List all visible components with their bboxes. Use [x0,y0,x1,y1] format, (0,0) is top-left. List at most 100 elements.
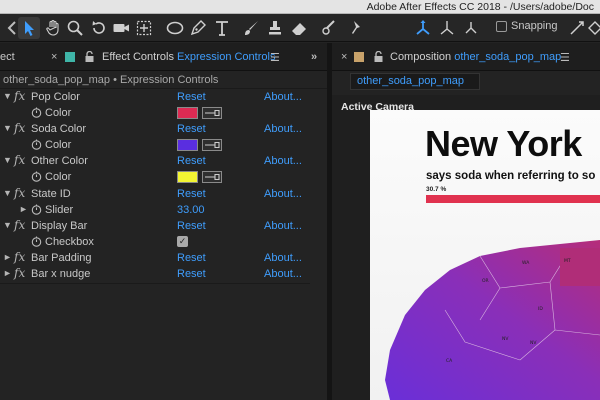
camera-tool-icon[interactable] [110,17,132,39]
about-button[interactable]: About... [264,188,302,200]
map-percent-bar [426,195,600,203]
effect-controls-tab-bar: ect × Effect Controls Expression Control… [0,43,327,71]
reset-button[interactable]: Reset [177,252,206,264]
reset-button[interactable]: Reset [177,188,206,200]
snapping-checkbox[interactable] [496,20,507,32]
tab-effect-controls-prefix: Effect Controls [102,51,174,63]
color-swatch[interactable] [177,171,198,183]
local-axis-mode-icon[interactable] [412,17,434,39]
composition-tab-bar: × Composition other_soda_pop_map ☰ [332,43,600,71]
map-percent: 30.7 % [426,186,447,193]
toolbar: Snapping [0,14,600,42]
slider-value[interactable]: 33.00 [177,204,205,216]
about-button[interactable]: About... [264,252,302,264]
twirl-down-icon[interactable]: ▼ [3,188,12,198]
twirl-down-icon[interactable]: ▼ [3,123,12,133]
panel-menu-icon[interactable]: ☰ [560,51,570,64]
roto-brush-tool-icon[interactable] [318,17,340,39]
reset-button[interactable]: Reset [177,123,206,135]
lock-icon[interactable] [374,50,383,65]
world-axis-mode-icon[interactable] [436,17,458,39]
tab-composition-prefix: Composition [390,51,452,63]
selection-tool-icon[interactable] [18,17,40,39]
about-button[interactable]: About... [264,91,302,103]
rotation-tool-icon[interactable] [88,17,110,39]
effect-row-state-id: ▼ fx State ID Reset About... [0,186,310,202]
snap-features-icon[interactable] [584,17,600,39]
hand-tool-icon[interactable] [42,17,64,39]
reset-button[interactable]: Reset [177,155,206,167]
about-button[interactable]: About... [264,123,302,135]
tab-effect-controls[interactable]: Effect Controls Expression Controls [102,51,275,63]
zoom-tool-icon[interactable] [64,17,86,39]
stopwatch-icon[interactable] [31,107,42,118]
project-tab-label[interactable]: ect [0,51,15,63]
param-row-slider: ► Slider 33.00 [0,202,310,218]
svg-text:CA: CA [446,358,453,364]
fx-icon[interactable]: fx [14,250,25,264]
pen-tool-icon[interactable] [187,17,209,39]
reset-button[interactable]: Reset [177,220,206,232]
param-label: Color [45,139,72,151]
close-icon[interactable]: × [341,51,347,63]
type-tool-icon[interactable] [211,17,233,39]
effect-name: Pop Color [31,91,80,103]
color-swatch[interactable] [177,139,198,151]
reset-button[interactable]: Reset [177,268,206,280]
param-row-other-color: Color [0,169,310,185]
fx-icon[interactable]: fx [14,89,25,103]
eraser-tool-icon[interactable] [288,17,310,39]
checkbox-checked[interactable]: ✓ [177,236,188,247]
puppet-pin-tool-icon[interactable] [345,17,367,39]
effect-controls-header-text: other_soda_pop_map • Expression Controls [3,74,219,86]
close-icon[interactable]: × [51,51,57,63]
fx-icon[interactable]: fx [14,186,25,200]
fx-icon[interactable]: fx [14,218,25,232]
lock-icon[interactable] [85,50,94,65]
pan-behind-tool-icon[interactable] [133,17,155,39]
stopwatch-icon[interactable] [31,171,42,182]
brush-tool-icon[interactable] [240,17,262,39]
ellipse-tool-icon[interactable] [164,17,186,39]
effect-row-other-color: ▼ fx Other Color Reset About... [0,153,310,169]
panel-color-icon [65,52,75,62]
twirl-down-icon[interactable]: ▼ [3,155,12,165]
composition-canvas[interactable]: WA MT OR ID NV NV CA New York says soda … [370,110,600,400]
double-chevron-right-icon[interactable]: » [311,51,317,63]
effect-row-bar-x-nudge: ► fx Bar x nudge Reset About... [0,266,310,282]
map-headline: New York [425,123,582,164]
composition-viewer[interactable]: Active Camera WA MT OR ID NV NV CA New Y… [332,95,600,400]
fx-icon[interactable]: fx [14,153,25,167]
snapping-toggle[interactable]: Snapping [496,20,558,32]
tab-composition[interactable]: Composition other_soda_pop_map [390,51,561,63]
eyedropper-icon[interactable] [202,171,222,183]
param-row-soda-color: Color [0,137,310,153]
stopwatch-icon[interactable] [31,236,42,247]
twirl-down-icon[interactable]: ▼ [3,220,12,230]
effect-name: State ID [31,188,71,200]
eyedropper-icon[interactable] [202,139,222,151]
twirl-right-icon[interactable]: ► [19,204,28,214]
clone-stamp-tool-icon[interactable] [264,17,286,39]
effect-row-soda-color: ▼ fx Soda Color Reset About... [0,121,310,137]
fx-icon[interactable]: fx [14,121,25,135]
color-swatch[interactable] [177,107,198,119]
twirl-down-icon[interactable]: ▼ [3,91,12,101]
composition-sub-tab[interactable]: other_soda_pop_map [350,73,480,90]
param-label: Color [45,171,72,183]
panel-menu-icon[interactable]: ☰ [270,51,280,64]
about-button[interactable]: About... [264,268,302,280]
param-label: Checkbox [45,236,94,248]
stopwatch-icon[interactable] [31,139,42,150]
eyedropper-icon[interactable] [202,107,222,119]
view-axis-mode-icon[interactable] [460,17,482,39]
svg-text:MT: MT [564,258,571,264]
stopwatch-icon[interactable] [31,204,42,215]
twirl-right-icon[interactable]: ► [3,252,12,262]
svg-text:NV: NV [530,340,537,346]
about-button[interactable]: About... [264,155,302,167]
about-button[interactable]: About... [264,220,302,232]
fx-icon[interactable]: fx [14,266,25,280]
twirl-right-icon[interactable]: ► [3,268,12,278]
reset-button[interactable]: Reset [177,91,206,103]
